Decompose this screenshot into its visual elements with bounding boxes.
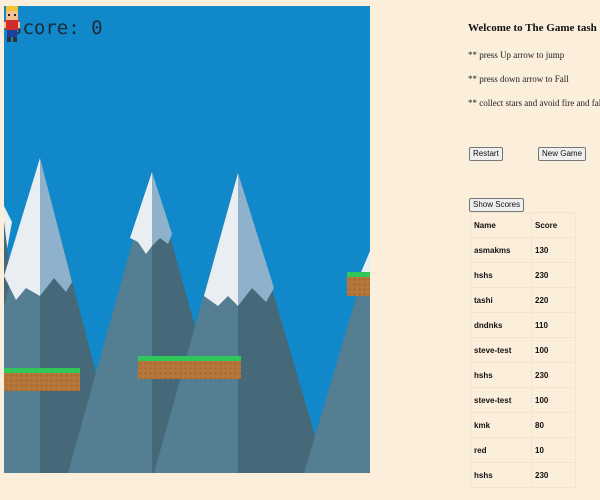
row-name: dndnks: [470, 312, 532, 338]
row-name: hshs: [470, 362, 532, 388]
row-score: 130: [531, 237, 576, 263]
scores-table: Name Score asmakms 130 hshs 230 tashi 220 d…: [470, 212, 576, 488]
table-row: dndnks 110: [470, 312, 576, 338]
score-display: score: 0: [11, 17, 103, 39]
table-row: hshs 230: [470, 362, 576, 388]
row-name: tashi: [470, 287, 532, 313]
row-name: steve-test: [470, 337, 532, 363]
new-game-button[interactable]: New Game: [538, 147, 587, 161]
row-name: kmk: [470, 412, 532, 438]
platform: [138, 356, 241, 379]
instruction-collect: ** collect stars and avoid fire and fall: [468, 98, 600, 108]
player-character: [4, 6, 20, 42]
row-score: 220: [531, 287, 576, 313]
table-row: hshs 230: [470, 262, 576, 288]
row-name: steve-test: [470, 387, 532, 413]
row-name: red: [470, 437, 532, 463]
row-score: 10: [531, 437, 576, 463]
column-header-name: Name: [470, 212, 532, 238]
row-score: 110: [531, 312, 576, 338]
instruction-fall: ** press down arrow to Fall: [468, 74, 569, 84]
table-row: tashi 220: [470, 287, 576, 313]
restart-button[interactable]: Restart: [469, 147, 503, 161]
table-row: red 10: [470, 437, 576, 463]
table-row: steve-test 100: [470, 337, 576, 363]
row-score: 100: [531, 387, 576, 413]
table-row: hshs 230: [470, 462, 576, 488]
row-score: 230: [531, 462, 576, 488]
row-name: hshs: [470, 262, 532, 288]
row-score: 230: [531, 362, 576, 388]
column-header-score: Score: [531, 212, 576, 238]
instruction-jump: ** press Up arrow to jump: [468, 50, 565, 60]
table-header-row: Name Score: [470, 212, 576, 238]
table-row: kmk 80: [470, 412, 576, 438]
platform: [347, 272, 370, 296]
mountain-background: [4, 158, 370, 473]
platform: [4, 368, 80, 391]
row-score: 80: [531, 412, 576, 438]
row-name: hshs: [470, 462, 532, 488]
table-row: steve-test 100: [470, 387, 576, 413]
game-canvas[interactable]: score: 0: [4, 6, 370, 473]
row-score: 100: [531, 337, 576, 363]
show-scores-button[interactable]: Show Scores: [469, 198, 525, 212]
row-name: asmakms: [470, 237, 532, 263]
table-row: asmakms 130: [470, 237, 576, 263]
row-score: 230: [531, 262, 576, 288]
panel-title: Welcome to The Game tash: [468, 22, 597, 34]
